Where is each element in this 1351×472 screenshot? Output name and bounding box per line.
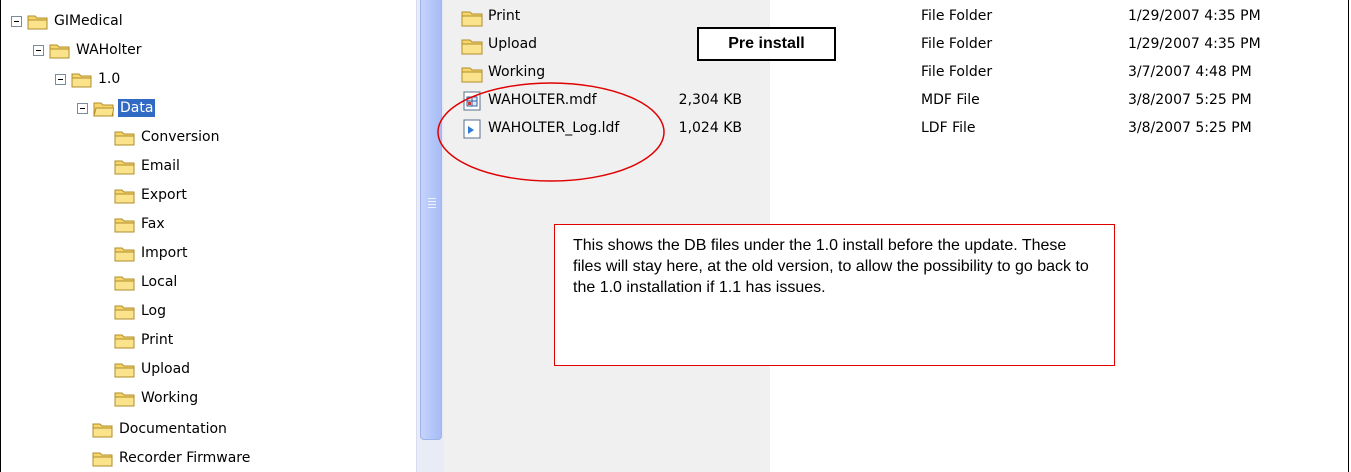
tree-node-label[interactable]: Import [139, 244, 189, 262]
folder-icon [461, 11, 483, 27]
tree-node-label[interactable]: WAHolter [74, 41, 144, 59]
file-size: 2,304 KB [678, 92, 742, 108]
tree-node-data[interactable]: Data [77, 96, 156, 120]
folder-icon [49, 44, 70, 58]
tree-node-label[interactable]: GIMedical [52, 12, 125, 30]
folder-icon [461, 39, 483, 55]
folder-icon [114, 276, 135, 290]
tree-node-recorder-firmware[interactable]: Recorder Firmware [92, 446, 252, 470]
folder-icon [114, 218, 135, 232]
tree-node-print[interactable]: Print [114, 328, 175, 352]
folder-icon [114, 392, 135, 406]
collapse-toggle-icon[interactable] [11, 15, 22, 27]
file-type: File Folder [921, 8, 993, 24]
tree-node-gimedical[interactable]: GIMedical [11, 9, 125, 33]
file-type: File Folder [921, 64, 993, 80]
tree-node-label[interactable]: Documentation [117, 420, 229, 438]
file-row[interactable]: Print File Folder 1/29/2007 4:35 PM [444, 4, 1348, 32]
tree-node-label[interactable]: Print [139, 331, 175, 349]
file-type: LDF File [921, 120, 976, 136]
scrollbar-thumb[interactable] [420, 0, 442, 440]
tree-node-label[interactable]: Fax [139, 215, 167, 233]
tree-node-conversion[interactable]: Conversion [114, 125, 222, 149]
tree-node-documentation[interactable]: Documentation [92, 417, 229, 441]
tree-node-import[interactable]: Import [114, 241, 189, 265]
tree-node-label[interactable]: Local [139, 273, 179, 291]
folder-icon [92, 452, 113, 466]
tree-node-log[interactable]: Log [114, 299, 168, 323]
tree-node-label[interactable]: Upload [139, 360, 192, 378]
tree-node-1-0[interactable]: 1.0 [55, 67, 122, 91]
tree-node-label[interactable]: Export [139, 186, 189, 204]
file-size: 1,024 KB [678, 120, 742, 136]
scrollbar-grip [428, 201, 436, 202]
tree-node-label-selected[interactable]: Data [118, 99, 156, 117]
file-name[interactable]: Print [488, 8, 520, 24]
folder-tree-pane[interactable]: GIMedical WAHolter 1.0 Data Conversion E… [2, 0, 415, 472]
file-modified: 3/8/2007 5:25 PM [1128, 120, 1252, 136]
file-modified: 1/29/2007 4:35 PM [1128, 8, 1261, 24]
file-name[interactable]: Working [488, 64, 545, 80]
folder-icon [114, 247, 135, 261]
highlight-ellipse [437, 82, 665, 182]
scrollbar-grip [428, 204, 436, 205]
folder-icon [27, 15, 48, 29]
scrollbar-grip [428, 198, 436, 199]
file-type: File Folder [921, 36, 993, 52]
tree-node-label[interactable]: 1.0 [96, 70, 122, 88]
file-type: MDF File [921, 92, 980, 108]
tree-node-local[interactable]: Local [114, 270, 179, 294]
folder-icon [114, 131, 135, 145]
screenshot-frame: GIMedical WAHolter 1.0 Data Conversion E… [0, 0, 1349, 472]
collapse-toggle-icon[interactable] [33, 44, 44, 56]
tree-node-fax[interactable]: Fax [114, 212, 167, 236]
open-folder-icon [93, 102, 114, 116]
tree-node-email[interactable]: Email [114, 154, 182, 178]
tree-node-label[interactable]: Working [139, 389, 200, 407]
file-name[interactable]: Upload [488, 36, 537, 52]
tree-node-working[interactable]: Working [114, 386, 200, 410]
tree-scrollbar[interactable] [416, 0, 444, 472]
folder-icon [71, 73, 92, 87]
pre-install-callout: Pre install [697, 27, 836, 61]
folder-icon [114, 363, 135, 377]
tree-node-label[interactable]: Log [139, 302, 168, 320]
file-modified: 1/29/2007 4:35 PM [1128, 36, 1261, 52]
file-modified: 3/8/2007 5:25 PM [1128, 92, 1252, 108]
tree-node-export[interactable]: Export [114, 183, 189, 207]
folder-icon [114, 305, 135, 319]
scrollbar-grip [428, 207, 436, 208]
explanation-callout: This shows the DB files under the 1.0 in… [554, 224, 1115, 366]
folder-icon [114, 160, 135, 174]
collapse-toggle-icon[interactable] [77, 102, 88, 114]
tree-node-upload[interactable]: Upload [114, 357, 192, 381]
collapse-toggle-icon[interactable] [55, 73, 66, 85]
file-row[interactable]: Upload File Folder 1/29/2007 4:35 PM [444, 32, 1348, 60]
tree-node-waholter[interactable]: WAHolter [33, 38, 144, 62]
folder-icon [114, 189, 135, 203]
folder-icon [92, 423, 113, 437]
tree-node-label[interactable]: Conversion [139, 128, 222, 146]
file-modified: 3/7/2007 4:48 PM [1128, 64, 1252, 80]
tree-node-label[interactable]: Recorder Firmware [117, 449, 252, 467]
folder-icon [114, 334, 135, 348]
tree-node-label[interactable]: Email [139, 157, 182, 175]
